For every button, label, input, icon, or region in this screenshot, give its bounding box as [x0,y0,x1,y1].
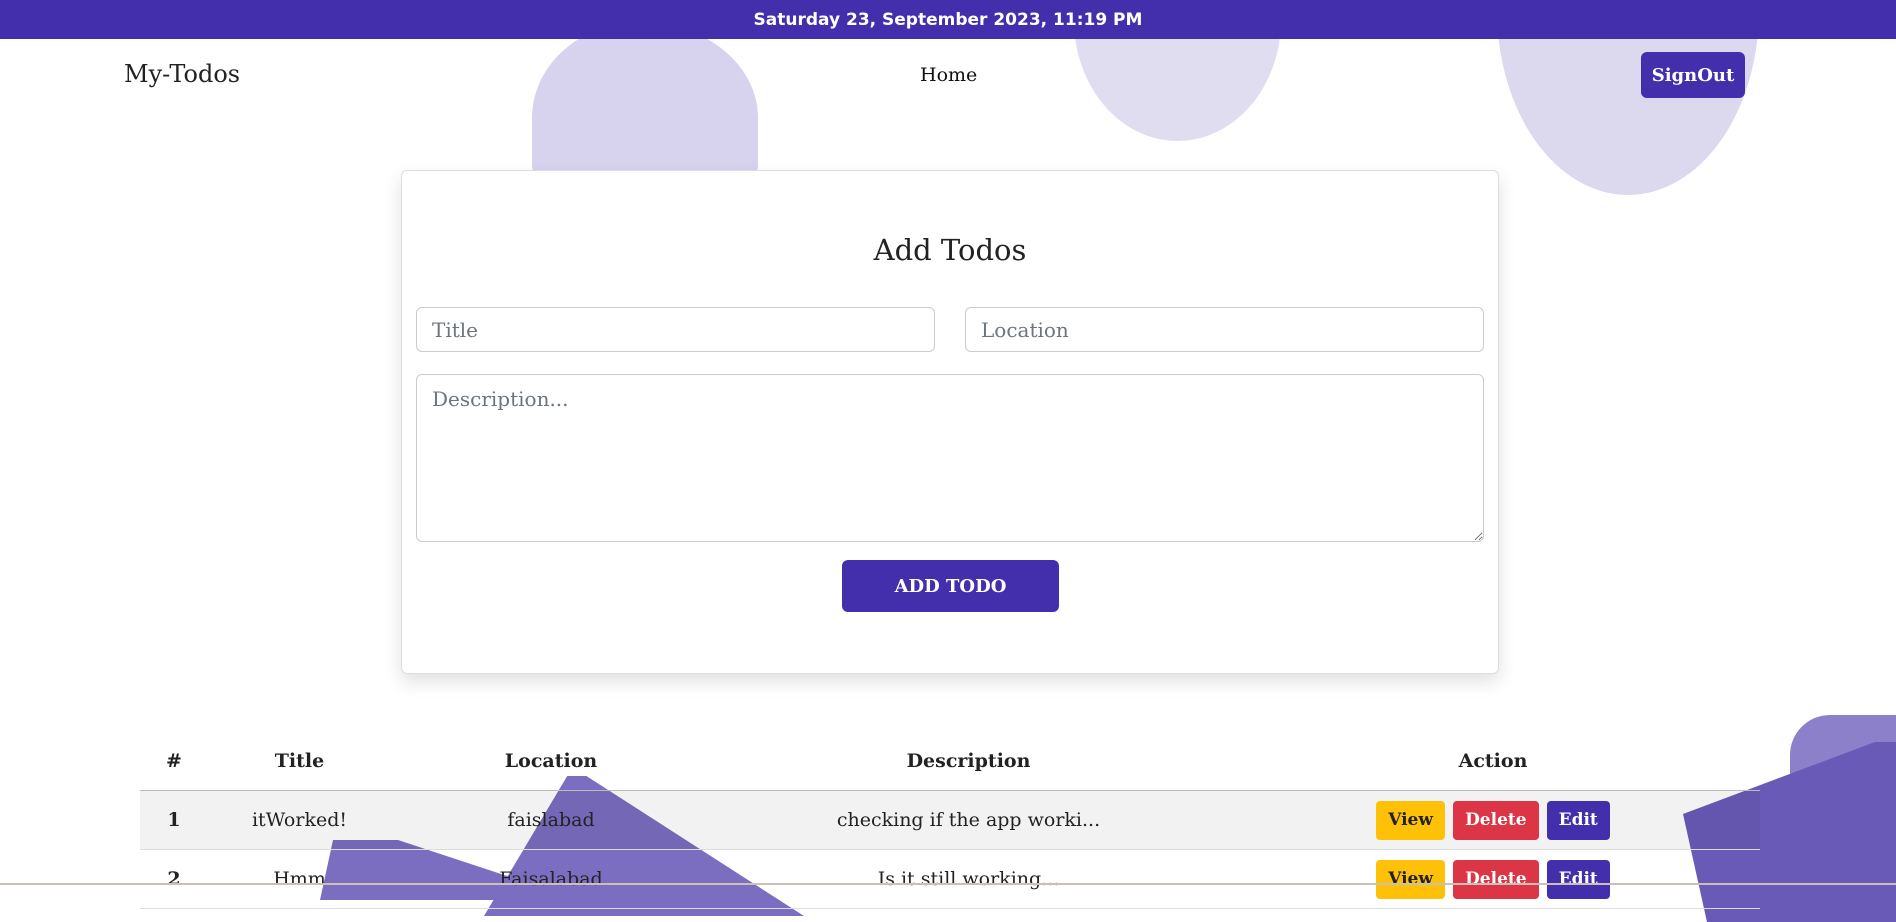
table-row: 1 itWorked! faislabad checking if the ap… [140,790,1760,850]
signout-button[interactable]: SignOut [1641,52,1745,98]
header-description: Description [711,732,1226,791]
row-location: faislabad [391,790,711,850]
delete-button[interactable]: Delete [1453,859,1539,899]
edit-button[interactable]: Edit [1546,800,1610,840]
header-location: Location [391,732,711,791]
row-actions: View Delete Edit [1226,849,1760,909]
row-actions: View Delete Edit [1226,790,1760,850]
view-button[interactable]: View [1376,800,1446,840]
view-button[interactable]: View [1376,859,1446,899]
nav-link-home[interactable]: Home [920,64,977,86]
row-number: 2 [140,849,208,909]
add-todo-card: Add Todos ADD TODO [401,170,1499,674]
header-number: # [140,732,208,791]
row-description: Is it still working... [711,849,1226,909]
header-action: Action [1226,732,1760,791]
date-time-bar: Saturday 23, September 2023, 11:19 PM [0,0,1896,39]
description-textarea[interactable] [416,374,1484,542]
add-todo-button[interactable]: ADD TODO [842,560,1059,612]
row-location: Faisalabad [391,849,711,909]
title-input[interactable] [416,307,935,352]
table-header-row: # Title Location Description Action [140,732,1760,791]
location-input[interactable] [965,307,1484,352]
delete-button[interactable]: Delete [1453,800,1539,840]
row-description: checking if the app worki... [711,790,1226,850]
row-number: 1 [140,790,208,850]
table-row: 2 Hmm Faisalabad Is it still working... … [140,849,1760,909]
brand-logo[interactable]: My-Todos [124,60,240,88]
row-title: itWorked! [208,790,391,850]
navbar: My-Todos Home SignOut [0,39,1896,109]
header-title: Title [208,732,391,791]
row-title: Hmm [208,849,391,909]
edit-button[interactable]: Edit [1546,859,1610,899]
form-heading: Add Todos [873,233,1027,267]
